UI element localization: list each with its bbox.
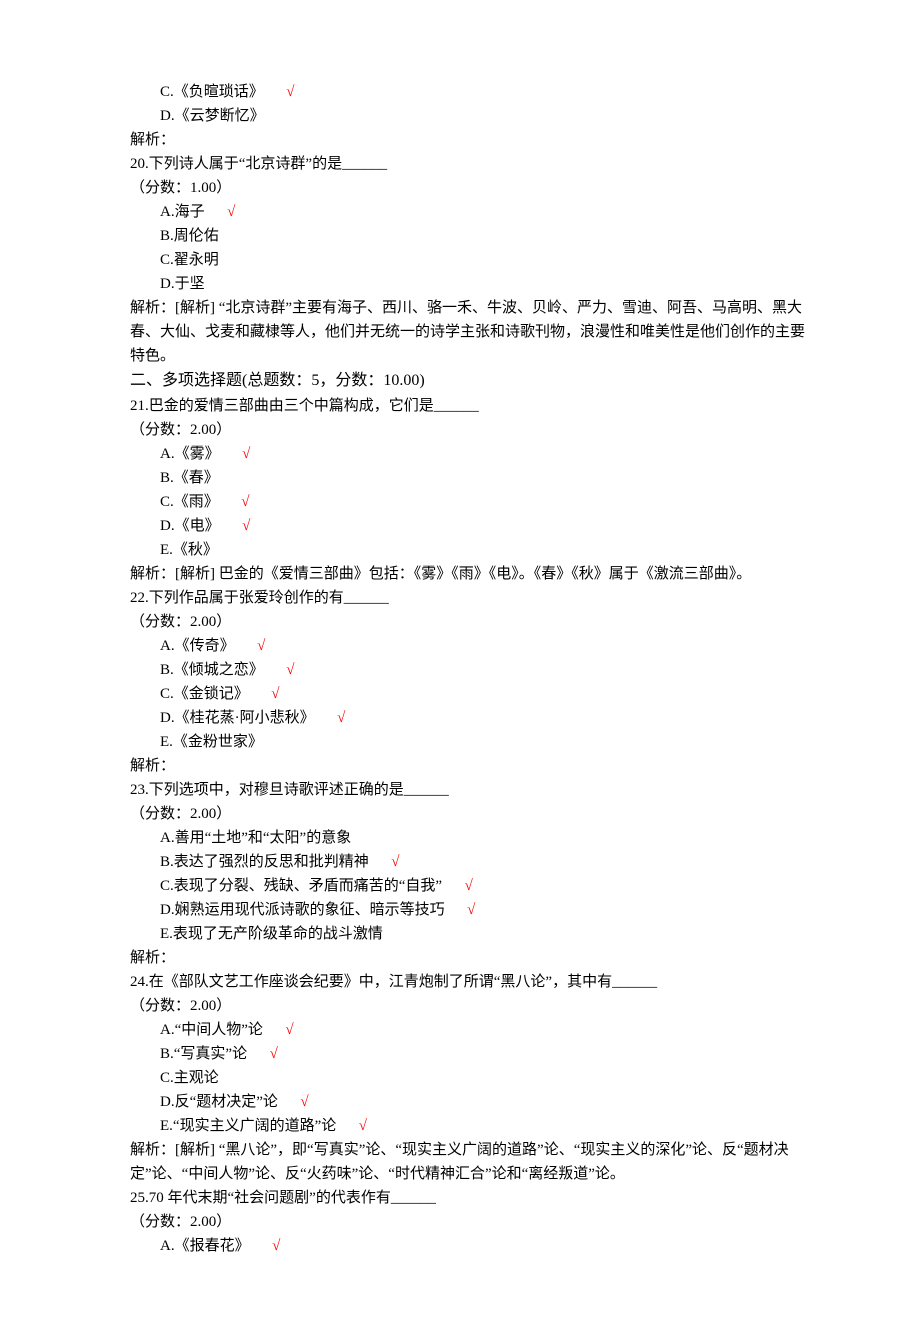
check-icon: √	[272, 1238, 280, 1254]
option-text: D.《电》	[160, 518, 220, 534]
option-text: E.《秋》	[160, 542, 218, 558]
q24-score: （分数：2.00）	[130, 994, 810, 1018]
option-text: B.表达了强烈的反思和批判精神	[160, 854, 369, 870]
q23-analysis: 解析：	[130, 946, 810, 970]
option-text: C.《金锁记》	[160, 686, 249, 702]
q22-analysis: 解析：	[130, 754, 810, 778]
q21-option-c: C.《雨》 √	[130, 490, 810, 514]
check-icon: √	[300, 1094, 308, 1110]
q24-option-c: C.主观论	[130, 1066, 810, 1090]
check-icon: √	[391, 854, 399, 870]
q23-option-c: C.表现了分裂、残缺、矛盾而痛苦的“自我” √	[130, 874, 810, 898]
check-icon: √	[286, 84, 294, 100]
q22-option-a: A.《传奇》 √	[130, 634, 810, 658]
q21-option-d: D.《电》 √	[130, 514, 810, 538]
option-text: E.《金粉世家》	[160, 734, 263, 750]
q19-option-d: D.《云梦断忆》	[130, 104, 810, 128]
q23-stem: 23.下列选项中，对穆旦诗歌评述正确的是______	[130, 778, 810, 802]
check-icon: √	[337, 710, 345, 726]
check-icon: √	[285, 1022, 293, 1038]
option-text: E.“现实主义广阔的道路”论	[160, 1118, 336, 1134]
option-text: D.《桂花蒸·阿小悲秋》	[160, 710, 315, 726]
option-text: A.《传奇》	[160, 638, 235, 654]
q20-option-d: D.于坚	[130, 272, 810, 296]
q23-option-b: B.表达了强烈的反思和批判精神 √	[130, 850, 810, 874]
check-icon: √	[270, 1046, 278, 1062]
check-icon: √	[359, 1118, 367, 1134]
q21-option-b: B.《春》	[130, 466, 810, 490]
section-2-header: 二、多项选择题(总题数：5，分数：10.00)	[130, 368, 810, 394]
option-text: A.《雾》	[160, 446, 220, 462]
q20-option-c: C.翟永明	[130, 248, 810, 272]
option-text: D.《云梦断忆》	[160, 108, 265, 124]
q24-analysis: 解析：[解析] “黑八论”，即“写真实”论、“现实主义广阔的道路”论、“现实主义…	[130, 1138, 810, 1186]
check-icon: √	[257, 638, 265, 654]
q25-option-a: A.《报春花》 √	[130, 1234, 810, 1258]
q21-stem: 21.巴金的爱情三部曲由三个中篇构成，它们是______	[130, 394, 810, 418]
q24-option-d: D.反“题材决定”论 √	[130, 1090, 810, 1114]
q20-option-b: B.周伦佑	[130, 224, 810, 248]
option-text: C.表现了分裂、残缺、矛盾而痛苦的“自我”	[160, 878, 442, 894]
check-icon: √	[242, 518, 250, 534]
q24-option-e: E.“现实主义广阔的道路”论 √	[130, 1114, 810, 1138]
option-text: B.《春》	[160, 470, 219, 486]
q23-option-e: E.表现了无产阶级革命的战斗激情	[130, 922, 810, 946]
option-text: B.“写真实”论	[160, 1046, 247, 1062]
option-text: E.表现了无产阶级革命的战斗激情	[160, 926, 383, 942]
option-text: D.于坚	[160, 276, 205, 292]
q24-option-b: B.“写真实”论 √	[130, 1042, 810, 1066]
q25-stem: 25.70 年代末期“社会问题剧”的代表作有______	[130, 1186, 810, 1210]
q20-analysis: 解析：[解析] “北京诗群”主要有海子、西川、骆一禾、牛波、贝岭、严力、雪迪、阿…	[130, 296, 810, 368]
check-icon: √	[241, 494, 249, 510]
q23-score: （分数：2.00）	[130, 802, 810, 826]
check-icon: √	[467, 902, 475, 918]
option-text: C.主观论	[160, 1070, 219, 1086]
q22-option-b: B.《倾城之恋》 √	[130, 658, 810, 682]
q24-option-a: A.“中间人物”论 √	[130, 1018, 810, 1042]
check-icon: √	[227, 204, 235, 220]
q21-option-a: A.《雾》 √	[130, 442, 810, 466]
option-text: B.周伦佑	[160, 228, 219, 244]
option-text: A.海子	[160, 204, 205, 220]
q23-option-a: A.善用“土地”和“太阳”的意象	[130, 826, 810, 850]
q22-stem: 22.下列作品属于张爱玲创作的有______	[130, 586, 810, 610]
q24-stem: 24.在《部队文艺工作座谈会纪要》中，江青炮制了所谓“黑八论”，其中有_____…	[130, 970, 810, 994]
q23-option-d: D.娴熟运用现代派诗歌的象征、暗示等技巧 √	[130, 898, 810, 922]
check-icon: √	[286, 662, 294, 678]
option-text: B.《倾城之恋》	[160, 662, 264, 678]
q20-stem: 20.下列诗人属于“北京诗群”的是______	[130, 152, 810, 176]
q20-option-a: A.海子 √	[130, 200, 810, 224]
q22-option-c: C.《金锁记》 √	[130, 682, 810, 706]
option-text: D.反“题材决定”论	[160, 1094, 278, 1110]
option-text: D.娴熟运用现代派诗歌的象征、暗示等技巧	[160, 902, 445, 918]
option-text: C.翟永明	[160, 252, 219, 268]
option-text: A.“中间人物”论	[160, 1022, 263, 1038]
q19-option-c: C.《负暄琐话》 √	[130, 80, 810, 104]
q21-analysis: 解析：[解析] 巴金的《爱情三部曲》包括：《雾》《雨》《电》。《春》《秋》属于《…	[130, 562, 810, 586]
check-icon: √	[465, 878, 473, 894]
q21-score: （分数：2.00）	[130, 418, 810, 442]
q22-option-d: D.《桂花蒸·阿小悲秋》 √	[130, 706, 810, 730]
check-icon: √	[271, 686, 279, 702]
option-text: A.善用“土地”和“太阳”的意象	[160, 830, 351, 846]
q20-score: （分数：1.00）	[130, 176, 810, 200]
check-icon: √	[242, 446, 250, 462]
q19-analysis: 解析：	[130, 128, 810, 152]
option-text: A.《报春花》	[160, 1238, 250, 1254]
q22-option-e: E.《金粉世家》	[130, 730, 810, 754]
option-text: C.《负暄琐话》	[160, 84, 264, 100]
option-text: C.《雨》	[160, 494, 219, 510]
q25-score: （分数：2.00）	[130, 1210, 810, 1234]
q22-score: （分数：2.00）	[130, 610, 810, 634]
q21-option-e: E.《秋》	[130, 538, 810, 562]
